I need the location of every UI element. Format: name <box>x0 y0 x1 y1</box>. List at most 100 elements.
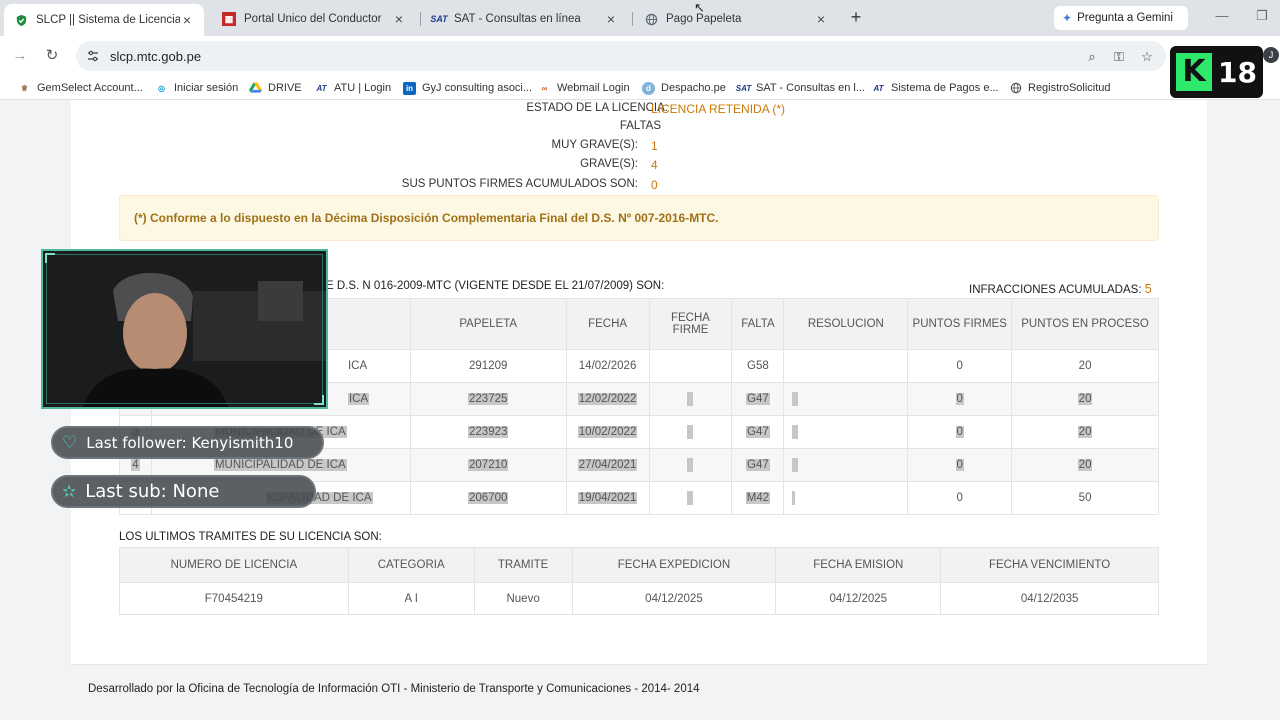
row-puntos-firmes: 0 <box>955 459 964 471</box>
tab-sat[interactable]: SAT SAT - Consultas en línea × <box>422 6 628 32</box>
close-icon[interactable]: × <box>814 11 828 27</box>
site-info-icon[interactable] <box>86 49 100 63</box>
col-fecha-firme: FECHA FIRME <box>648 298 733 350</box>
maximize-icon[interactable]: ❐ <box>1252 8 1272 24</box>
faltas-label: FALTAS <box>619 120 661 132</box>
row-puntos-firmes: 0 <box>955 393 964 405</box>
row-falta: G47 <box>746 459 770 471</box>
drive-icon <box>249 82 262 95</box>
bookmark-label: Despacho.pe <box>661 82 726 94</box>
atu-icon: AT <box>873 83 884 93</box>
shield-check-icon <box>14 13 28 27</box>
bookmark-label: Webmail Login <box>557 82 630 94</box>
row-puntos-proceso: 20 <box>1077 426 1093 438</box>
bookmark-registro[interactable]: RegistroSolicitud <box>1009 80 1111 96</box>
table-header: NUMERO DE LICENCIA CATEGORIA TRAMITE FEC… <box>119 547 1159 583</box>
col-fecha-expedicion: FECHA EXPEDICION <box>571 547 777 583</box>
selection-mark <box>792 425 799 439</box>
address-bar[interactable]: slcp.mtc.gob.pe <box>76 41 1166 71</box>
bookmark-iniciar-sesion[interactable]: ◎ Iniciar sesión <box>155 80 238 96</box>
swirl-icon: ◎ <box>158 83 165 93</box>
bookmark-label: RegistroSolicitud <box>1028 82 1111 94</box>
cell-fecha-vencimiento: 04/12/2035 <box>940 582 1159 615</box>
bookmark-webmail[interactable]: ∞ Webmail Login <box>538 80 630 96</box>
puntos-value: 0 <box>651 178 658 192</box>
selection-mark <box>687 425 694 439</box>
gemselect-icon: ♕ <box>20 83 29 93</box>
graves-label: GRAVE(S): <box>580 158 638 170</box>
table-row[interactable]: F70454219 A I Nuevo 04/12/2025 04/12/202… <box>119 582 1159 615</box>
new-tab-button[interactable]: + <box>846 8 866 28</box>
tab-pago-papeleta[interactable]: Pago Papeleta × <box>634 6 838 32</box>
col-puntos-proceso: PUNTOS EN PROCESO <box>1011 298 1159 350</box>
bookmark-despacho[interactable]: d Despacho.pe <box>642 80 726 96</box>
selection-mark <box>687 491 694 505</box>
profile-avatar[interactable]: J <box>1263 47 1279 63</box>
infractions-accumulated: INFRACCIONES ACUMULADAS: 5 <box>969 282 1152 296</box>
row-papeleta: 291209 <box>409 349 567 383</box>
row-papeleta: 223725 <box>468 393 509 405</box>
selection-mark <box>687 392 694 406</box>
tab-divider <box>420 12 421 26</box>
estado-label: ESTADO DE LA LICENCIA: <box>526 102 668 114</box>
row-papeleta: 207210 <box>468 459 509 471</box>
accum-label: INFRACCIONES ACUMULADAS: <box>969 284 1142 296</box>
frame-corner <box>45 253 55 263</box>
bookmark-atu[interactable]: AT ATU | Login <box>315 80 391 96</box>
row-puntos-proceso: 50 <box>1011 481 1159 515</box>
reload-icon[interactable]: ↻ <box>42 46 62 66</box>
row-fecha: 27/04/2021 <box>577 459 638 471</box>
row-falta: M42 <box>745 492 771 504</box>
tab-label: SAT - Consultas en línea <box>454 13 581 25</box>
col-resolucion: RESOLUCION <box>783 298 909 350</box>
row-fecha: 14/02/2026 <box>565 349 650 383</box>
minimize-icon[interactable]: — <box>1212 8 1232 23</box>
col-numero-licencia: NUMERO DE LICENCIA <box>119 547 349 583</box>
gemini-button[interactable]: ✦ Pregunta a Gemini <box>1054 6 1188 30</box>
row-fecha-firme <box>648 349 733 383</box>
atu-icon: AT <box>316 83 327 93</box>
gemini-star-icon: ✦ <box>1062 11 1073 25</box>
row-entidad: ICA <box>347 393 370 405</box>
bookmark-drive[interactable]: DRIVE <box>249 80 302 96</box>
row-puntos-proceso: 20 <box>1077 459 1093 471</box>
sat-icon: SAT <box>430 14 448 24</box>
tab-strip: SLCP || Sistema de Licencias de × ▦ Port… <box>0 0 1280 36</box>
accum-value: 5 <box>1144 282 1152 296</box>
bookmark-gemselect[interactable]: ♕ GemSelect Account... <box>18 80 143 96</box>
last-follower-text: Last follower: Kenyismith10 <box>86 433 294 452</box>
page-footer: Desarrollado por la Oficina de Tecnologí… <box>71 664 1207 720</box>
selection-mark <box>687 458 694 472</box>
row-papeleta: 223923 <box>468 426 509 438</box>
selection-mark <box>792 491 796 505</box>
row-resolucion <box>783 349 909 383</box>
gemini-label: Pregunta a Gemini <box>1077 12 1173 24</box>
tab-portal-conductor[interactable]: ▦ Portal Único del Conductor × <box>212 6 416 32</box>
cell-fecha-expedicion: 04/12/2025 <box>571 582 777 615</box>
estado-value: LICENCIA RETENIDA (*) <box>651 102 786 116</box>
tab-slcp[interactable]: SLCP || Sistema de Licencias de × <box>4 4 204 36</box>
cell-tramite: Nuevo <box>473 582 573 615</box>
puntos-label: SUS PUNTOS FIRMES ACUMULADOS SON: <box>401 178 638 190</box>
col-categoria: CATEGORIA <box>347 547 475 583</box>
linkedin-icon: in <box>403 81 416 95</box>
webcam-overlay <box>41 249 328 409</box>
bookmark-sat[interactable]: SAT SAT - Consultas en l... <box>736 80 865 96</box>
tramites-title: LOS ULTIMOS TRAMITES DE SU LICENCIA SON: <box>119 531 382 543</box>
close-icon[interactable]: × <box>392 11 406 27</box>
close-icon[interactable]: × <box>180 12 194 28</box>
bookmark-star-icon[interactable]: ☆ <box>1138 48 1156 66</box>
zoom-icon[interactable]: ⌕ <box>1083 48 1101 66</box>
bookmark-gyj[interactable]: in GyJ consulting asoci... <box>403 80 532 96</box>
close-icon[interactable]: × <box>604 11 618 27</box>
heart-icon: ♡ <box>62 432 78 453</box>
forward-arrow-icon[interactable]: → <box>10 46 30 66</box>
bookmark-sistema-pagos[interactable]: AT Sistema de Pagos e... <box>872 80 998 96</box>
fecha-firme-label: FECHA FIRME <box>670 312 710 336</box>
frame-corner <box>314 395 324 405</box>
row-puntos-firmes: 0 <box>907 481 1013 515</box>
notice-alert: (*) Conforme a lo dispuesto en la Décima… <box>119 195 1159 241</box>
key-icon[interactable]: ⚿ <box>1110 48 1128 66</box>
col-tramite: TRAMITE <box>473 547 573 583</box>
bookmark-label: Iniciar sesión <box>174 82 239 94</box>
